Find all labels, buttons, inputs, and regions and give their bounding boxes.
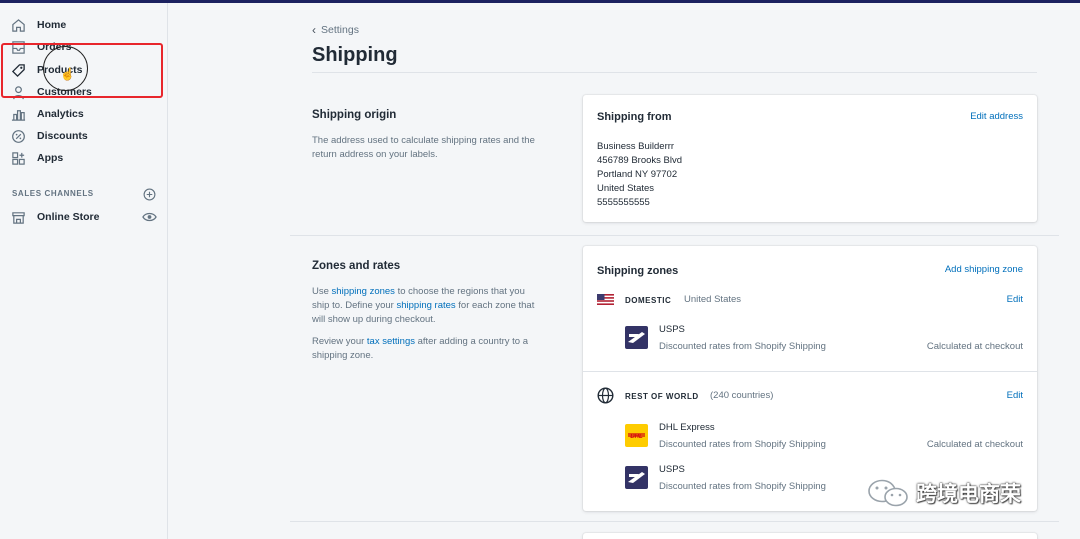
zones-description-2: Review your tax settings after adding a … [312, 335, 537, 363]
sidebar-item-label: Apps [37, 152, 64, 164]
usps-logo-icon [625, 326, 648, 349]
chevron-left-icon: ‹ [312, 23, 316, 37]
wechat-icon [868, 479, 908, 507]
sidebar: Home Orders Products Customers Analytics… [0, 3, 168, 539]
divider [290, 235, 1059, 236]
sidebar-item-discounts[interactable]: Discounts [10, 125, 88, 147]
discount-icon [10, 128, 26, 144]
address-line: United States [597, 183, 655, 194]
card-title: Shipping from [597, 111, 672, 123]
carrier-name: USPS [659, 464, 685, 475]
zone-region: (240 countries) [710, 390, 774, 401]
carrier-description: Discounted rates from Shopify Shipping [659, 341, 826, 352]
carrier-description: Discounted rates from Shopify Shipping [659, 439, 826, 450]
dhl-logo-icon: DHL [625, 424, 648, 447]
edit-address-link[interactable]: Edit address [970, 111, 1023, 122]
carrier-rate: Calculated at checkout [926, 341, 1023, 352]
apps-icon [10, 150, 26, 166]
tag-icon [10, 62, 26, 78]
address-line: 456789 Brooks Blvd [597, 155, 683, 166]
divider [312, 72, 1037, 73]
divider [583, 371, 1037, 372]
home-icon [10, 17, 26, 33]
sidebar-item-label: Orders [37, 41, 72, 53]
add-sales-channel-icon[interactable] [143, 188, 156, 201]
carrier-description: Discounted rates from Shopify Shipping [659, 481, 826, 492]
shipping-from-card: Shipping from Edit address Business Buil… [583, 95, 1037, 222]
sidebar-item-orders[interactable]: Orders [10, 36, 71, 58]
breadcrumb[interactable]: ‹ Settings [312, 23, 359, 37]
zone-name-rest-of-world: REST OF WORLD [625, 392, 699, 401]
carrier-name: USPS [659, 324, 685, 335]
usps-logo-icon [625, 466, 648, 489]
main-content: ‹ Settings Shipping Shipping origin The … [169, 3, 1080, 539]
sidebar-item-customers[interactable]: Customers [10, 81, 92, 103]
eye-icon[interactable] [142, 211, 157, 223]
shipping-rates-link[interactable]: shipping rates [397, 300, 456, 311]
store-icon [10, 209, 26, 225]
sidebar-item-home[interactable]: Home [10, 14, 66, 36]
origin-section-title: Shipping origin [312, 109, 397, 121]
sidebar-item-analytics[interactable]: Analytics [10, 103, 84, 125]
customer-icon [10, 84, 26, 100]
shipping-zones-card: Shipping zones Add shipping zone DOMESTI… [583, 246, 1037, 511]
zone-name-domestic: DOMESTIC [625, 296, 672, 305]
bar-chart-icon [10, 106, 26, 122]
sidebar-item-label: Discounts [37, 130, 88, 142]
zones-section-title: Zones and rates [312, 260, 401, 272]
address-line: 5555555555 [597, 197, 650, 208]
carrier-name: DHL Express [659, 422, 715, 433]
carrier-rate: Calculated at checkout [926, 439, 1023, 450]
breadcrumb-label: Settings [321, 24, 359, 36]
add-shipping-zone-link[interactable]: Add shipping zone [945, 264, 1023, 275]
svg-text:DHL: DHL [630, 434, 643, 440]
watermark: 跨境电商荣 [866, 478, 1021, 508]
zones-description-1: Use shipping zones to choose the regions… [312, 285, 537, 327]
sidebar-item-label: Customers [37, 86, 92, 98]
address-line: Business Builderrr [597, 141, 675, 152]
next-card [583, 533, 1037, 539]
zone-region: United States [684, 294, 742, 305]
sidebar-item-label: Products [37, 64, 83, 76]
globe-icon [597, 387, 614, 404]
edit-domestic-zone-link[interactable]: Edit [1007, 294, 1023, 305]
sales-channels-heading: SALES CHANNELS [12, 189, 94, 198]
sidebar-item-products[interactable]: Products [10, 59, 83, 81]
tax-settings-link[interactable]: tax settings [367, 336, 415, 347]
page-title: Shipping [312, 44, 398, 66]
text: Use [312, 286, 332, 297]
card-title: Shipping zones [597, 265, 679, 277]
origin-section-description: The address used to calculate shipping r… [312, 135, 535, 160]
sidebar-item-online-store[interactable]: Online Store [10, 206, 99, 228]
orders-icon [10, 39, 26, 55]
shipping-zones-link[interactable]: shipping zones [332, 286, 395, 297]
sidebar-item-apps[interactable]: Apps [10, 147, 63, 169]
address-line: Portland NY 97702 [597, 169, 678, 180]
edit-world-zone-link[interactable]: Edit [1007, 390, 1023, 401]
text: Review your [312, 336, 367, 347]
sidebar-item-label: Home [37, 19, 67, 31]
watermark-text: 跨境电商荣 [916, 482, 1021, 506]
us-flag-icon [597, 294, 614, 305]
sidebar-item-label: Analytics [37, 108, 84, 120]
sidebar-item-label: Online Store [37, 211, 100, 223]
divider [290, 521, 1059, 522]
